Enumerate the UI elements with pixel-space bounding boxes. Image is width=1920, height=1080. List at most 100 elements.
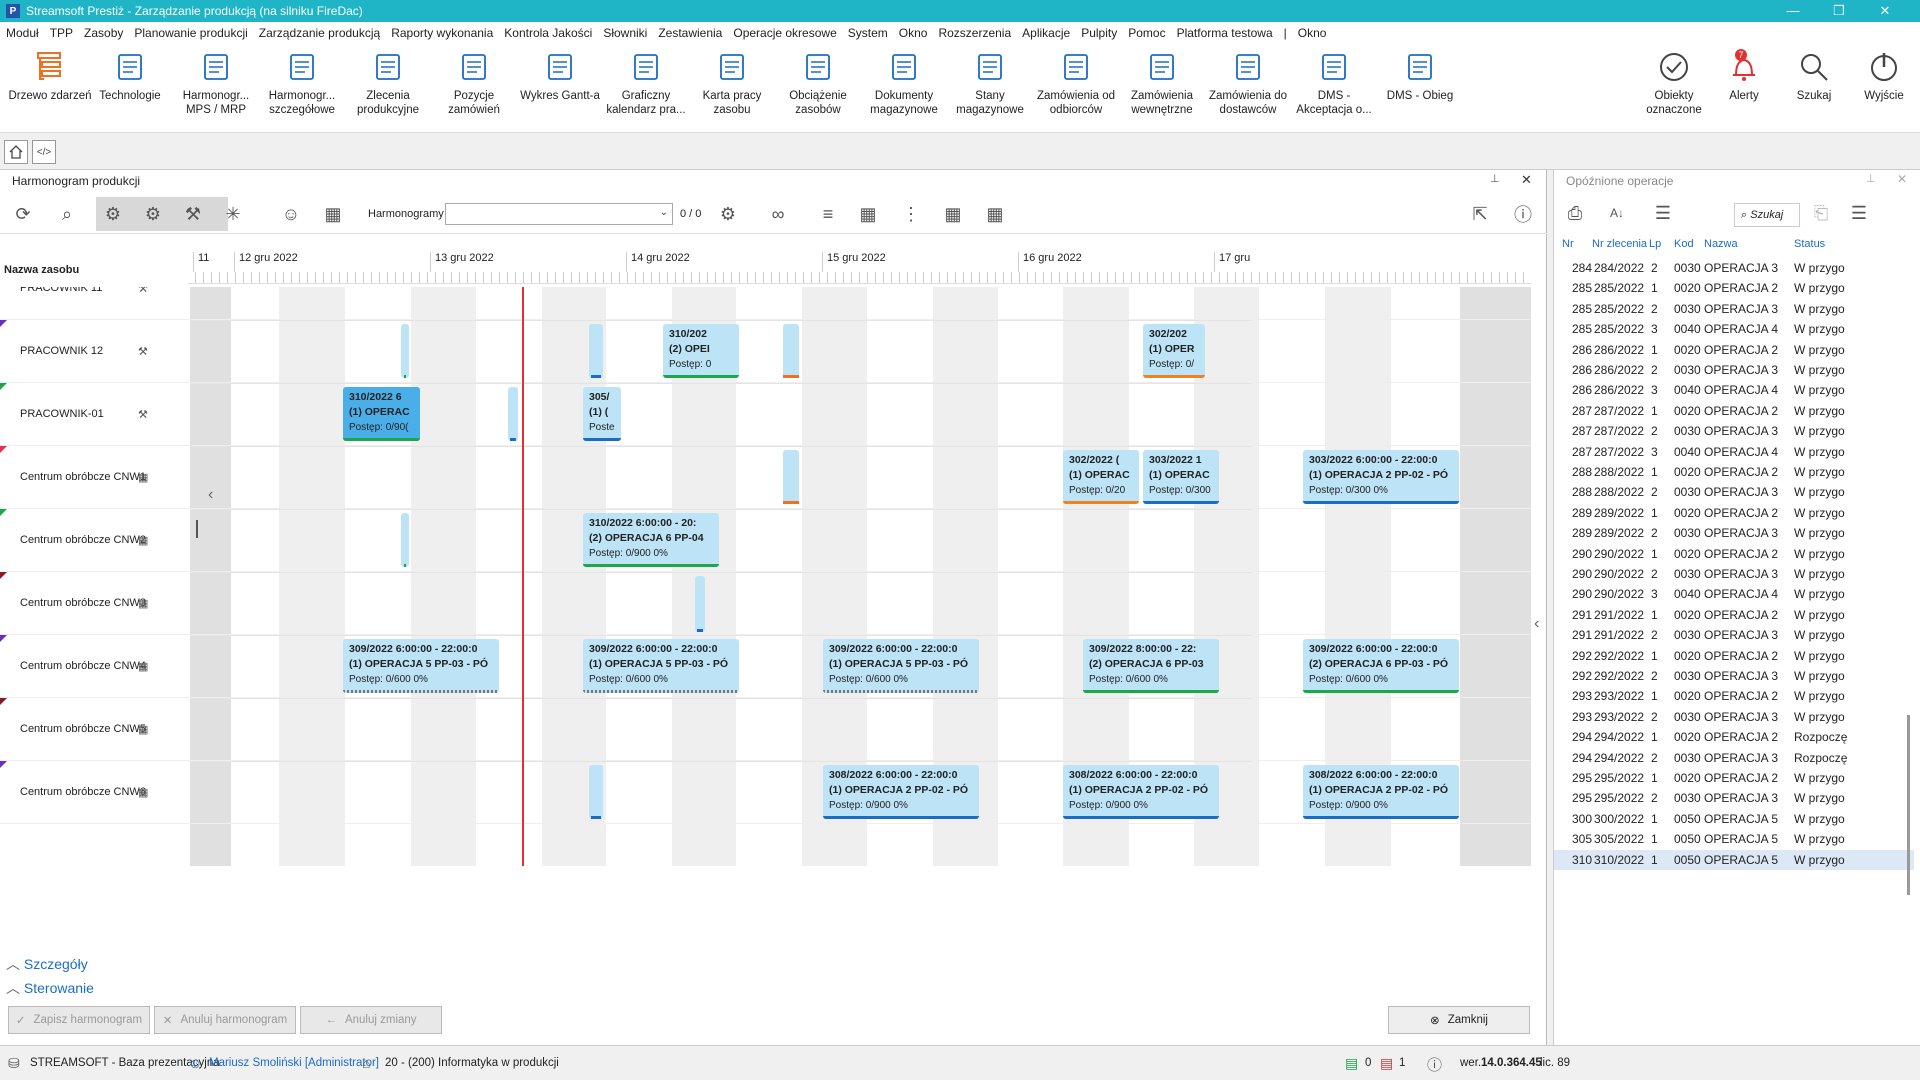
pin-panel-button[interactable]: ⊥ — [1490, 172, 1500, 185]
menu-item[interactable]: TPP — [50, 26, 73, 40]
close-button[interactable]: ⊗ Zamknij — [1388, 1006, 1530, 1034]
calendar-button[interactable]: ▦ — [855, 201, 881, 227]
table-row[interactable]: 285 285/2022 1 0020 OPERACJA 2 W przygo — [1554, 278, 1914, 298]
task-block-narrow[interactable] — [401, 513, 409, 567]
network-button[interactable]: ✳ — [220, 201, 246, 227]
calendar-clock-button[interactable]: ▦ — [940, 201, 966, 227]
table-row[interactable]: 289 289/2022 2 0030 OPERACJA 3 W przygo — [1554, 523, 1914, 543]
menu-item[interactable]: Moduł — [6, 26, 39, 40]
task-block-narrow[interactable] — [783, 450, 799, 504]
table-row[interactable]: 287 287/2022 3 0040 OPERACJA 4 W przygo — [1554, 442, 1914, 462]
report-button[interactable]: ▦ — [320, 201, 346, 227]
task-block[interactable]: 302/2022 ((1) OPERAC Postęp: 0/20 — [1063, 450, 1139, 504]
ribbon-schedule-button[interactable]: Harmonogr... MPS / MRP — [174, 49, 258, 117]
menu-item[interactable]: Kontrola Jakości — [504, 26, 592, 40]
task-block-narrow[interactable] — [401, 324, 409, 378]
find-button[interactable]: ∞ — [765, 201, 791, 227]
table-row[interactable]: 294 294/2022 2 0030 OPERACJA 3 Rozpoczę — [1554, 748, 1914, 768]
ribbon-calendar-button[interactable]: Karta pracy zasobu — [690, 49, 774, 117]
column-header[interactable]: Lp — [1649, 232, 1661, 257]
menu-button[interactable]: ☰ — [1846, 200, 1872, 226]
table-row[interactable]: 285 285/2022 3 0040 OPERACJA 4 W przygo — [1554, 319, 1914, 339]
splitter-handle[interactable] — [196, 520, 198, 538]
settings-button[interactable]: ⚙ — [715, 201, 741, 227]
filter-button[interactable]: ☰ — [1650, 200, 1676, 226]
ribbon-document-button[interactable]: Pozycje zamówień — [432, 49, 516, 117]
table-row[interactable]: 287 287/2022 2 0030 OPERACJA 3 W przygo — [1554, 421, 1914, 441]
task-block[interactable]: 303/2022 1 (1) OPERAC Postęp: 0/300 — [1143, 450, 1219, 504]
table-row[interactable]: 292 292/2022 2 0030 OPERACJA 3 W przygo — [1554, 666, 1914, 686]
menu-item[interactable]: Okno — [899, 26, 928, 40]
close-panel-button[interactable]: ✕ — [1521, 172, 1532, 188]
column-header[interactable]: Nr zlecenia — [1592, 232, 1647, 257]
menu-item[interactable]: Operacje okresowe — [733, 26, 836, 40]
table-row[interactable]: 300 300/2022 1 0050 OPERACJA 5 W przygo — [1554, 809, 1914, 829]
cancel-schedule-button[interactable]: ✕ Anuluj harmonogram — [154, 1006, 296, 1034]
table-row[interactable]: 285 285/2022 2 0030 OPERACJA 3 W przygo — [1554, 299, 1914, 319]
task-block-narrow[interactable] — [695, 576, 705, 632]
table-row[interactable]: 310 310/2022 1 0050 OPERACJA 5 W przygo — [1554, 849, 1914, 870]
collapse-right-arrow[interactable]: ‹ — [1534, 615, 1539, 633]
ribbon-gear-button[interactable]: Zlecenia produkcyjne — [346, 49, 430, 117]
task-block[interactable]: 308/2022 6:00:00 - 22:00:0 (1) OPERACJA 2… — [823, 765, 979, 819]
code-view-button[interactable]: </> — [32, 140, 56, 164]
task-block-narrow[interactable] — [589, 765, 603, 819]
table-row[interactable]: 286 286/2022 3 0040 OPERACJA 4 W przygo — [1554, 380, 1914, 400]
menu-item[interactable]: Zarządzanie produkcją — [259, 26, 380, 40]
table-row[interactable]: 292 292/2022 1 0020 OPERACJA 2 W przygo — [1554, 646, 1914, 666]
ribbon-list-button[interactable]: Graficzny kalendarz pra... — [604, 49, 688, 117]
robot-arm-1-button[interactable]: ⚙ — [100, 201, 126, 227]
table-row[interactable]: 287 287/2022 1 0020 OPERACJA 2 W przygo — [1554, 401, 1914, 421]
ribbon-order-internal-button[interactable]: Zamówienia wewnętrzne — [1120, 49, 1204, 117]
table-row[interactable]: 305 305/2022 1 0050 OPERACJA 5 W przygo — [1554, 829, 1914, 849]
close-window-button[interactable]: ✕ — [1862, 0, 1908, 22]
doc-search-button[interactable]: ⎗ — [1808, 200, 1834, 226]
ribbon-order-out-button[interactable]: Zamówienia do dostawców — [1206, 49, 1290, 117]
task-block-narrow[interactable] — [589, 324, 603, 378]
column-header[interactable]: Status — [1794, 232, 1825, 257]
menu-item[interactable]: Okno — [1298, 26, 1327, 40]
sort-button[interactable]: A↓ — [1604, 200, 1630, 226]
table-row[interactable]: 284 284/2022 2 0030 OPERACJA 3 W przygo — [1554, 258, 1914, 278]
menu-item[interactable]: Rozszerzenia — [938, 26, 1011, 40]
robot-arm-2-button[interactable]: ⚙ — [140, 201, 166, 227]
save-schedule-button[interactable]: ✓ Zapisz harmonogram — [8, 1006, 150, 1034]
table-row[interactable]: 295 295/2022 1 0020 OPERACJA 2 W przygo — [1554, 768, 1914, 788]
table-row[interactable]: 291 291/2022 2 0030 OPERACJA 3 W przygo — [1554, 625, 1914, 645]
table-row[interactable]: 288 288/2022 2 0030 OPERACJA 3 W przygo — [1554, 482, 1914, 502]
zoom-area-button[interactable]: ⌕ — [54, 201, 80, 227]
task-block[interactable]: 308/2022 6:00:00 - 22:00:0 (1) OPERACJA 2… — [1063, 765, 1219, 819]
table-row[interactable]: 290 290/2022 3 0040 OPERACJA 4 W przygo — [1554, 584, 1914, 604]
table-row[interactable]: 294 294/2022 1 0020 OPERACJA 2 Rozpoczę — [1554, 727, 1914, 747]
calendar-grid-button[interactable]: ▦ — [982, 201, 1008, 227]
menu-item[interactable]: Aplikacje — [1022, 26, 1070, 40]
table-row[interactable]: 291 291/2022 1 0020 OPERACJA 2 W przygo — [1554, 605, 1914, 625]
list-button[interactable]: ⋮ — [898, 201, 924, 227]
column-header[interactable]: Nazwa — [1704, 232, 1738, 257]
user-name[interactable]: Mariusz Smoliński [Administrator] — [209, 1057, 379, 1069]
maximize-button[interactable]: ❐ — [1816, 0, 1862, 22]
menu-item[interactable]: Słowniki — [603, 26, 647, 40]
collapse-left-arrow[interactable]: ‹ — [208, 486, 213, 504]
refresh-button[interactable]: ⟳ — [10, 201, 36, 227]
ribbon-order-in-button[interactable]: Zamówienia od odbiorców — [1034, 49, 1118, 117]
menu-item[interactable]: System — [848, 26, 888, 40]
task-block[interactable]: 302/202 (1) OPER Postęp: 0/ — [1143, 324, 1205, 378]
menu-item[interactable]: Platforma testowa — [1177, 26, 1273, 40]
gantt-button[interactable]: ≡ — [815, 201, 841, 227]
task-block[interactable]: 309/2022 8:00:00 - 22: (2) OPERACJA 6 PP-… — [1083, 639, 1219, 693]
menu-item[interactable]: Zasoby — [84, 26, 123, 40]
right-pin-button[interactable]: ⊥ — [1866, 172, 1876, 185]
print-button[interactable]: ⎙ — [1562, 200, 1588, 226]
right-scrollbar[interactable] — [1907, 715, 1910, 895]
task-block[interactable]: 310/2022 6 (1) OPERAC Postęp: 0/90( — [343, 387, 420, 441]
menu-item[interactable]: Planowanie produkcji — [134, 26, 247, 40]
table-row[interactable]: 290 290/2022 2 0030 OPERACJA 3 W przygo — [1554, 564, 1914, 584]
menu-item[interactable]: Zestawienia — [658, 26, 722, 40]
harmonogram-select[interactable]: ⌄ — [445, 203, 673, 225]
table-row[interactable]: 286 286/2022 2 0030 OPERACJA 3 W przygo — [1554, 360, 1914, 380]
details-section[interactable]: ︿ Szczegóły — [6, 954, 88, 974]
menu-item[interactable]: Pulpity — [1081, 26, 1117, 40]
column-header[interactable]: Nr — [1562, 232, 1574, 257]
info-icon[interactable]: ⓘ — [1427, 1054, 1442, 1075]
